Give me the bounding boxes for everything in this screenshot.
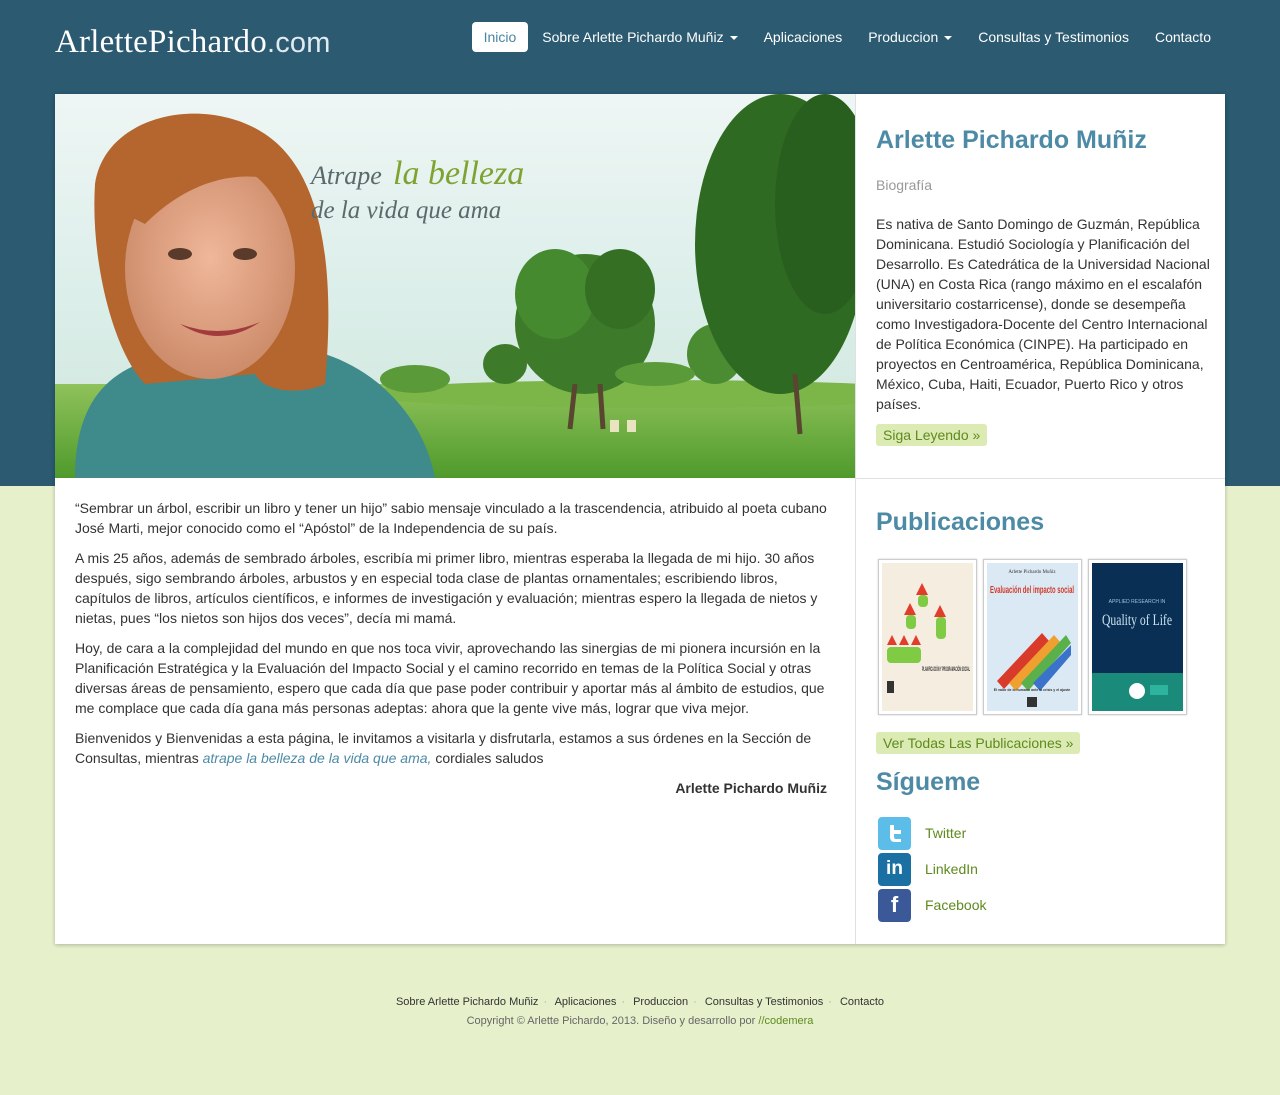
main-nav: Inicio Sobre Arlette Pichardo Muñiz Apli…: [471, 22, 1224, 52]
social-facebook[interactable]: f Facebook: [878, 887, 986, 923]
logo-text: ArlettePichardo: [55, 24, 267, 60]
column-divider: [855, 94, 856, 944]
nav-produccion-label: Produccion: [868, 29, 939, 45]
nav-consultas[interactable]: Consultas y Testimonios: [965, 22, 1142, 52]
site-logo[interactable]: ArlettePichardo.com: [55, 24, 331, 61]
social-twitter[interactable]: Twitter: [878, 815, 986, 851]
book-cover-quality-of-life[interactable]: APPLIED RESEARCH IN Quality of Life: [1088, 559, 1187, 715]
nav-contacto[interactable]: Contacto: [1142, 22, 1224, 52]
footer-link-consultas[interactable]: Consultas y Testimonios: [705, 996, 823, 1008]
tagline-link[interactable]: atrape la belleza de la vida que ama,: [203, 750, 432, 766]
signature: Arlette Pichardo Muñiz: [675, 780, 827, 796]
book-2-author: Arlette Pichardo Muñiz: [1008, 570, 1056, 575]
paragraph-4-end: cordiales saludos: [431, 750, 544, 766]
hero-image: Atrape la belleza de la vida que ama: [55, 94, 855, 478]
paragraph-3: Hoy, de cara a la complejidad del mundo …: [75, 640, 825, 716]
hero-tagline-line2: de la vida que ama: [311, 197, 501, 224]
linkedin-link[interactable]: LinkedIn: [925, 861, 978, 877]
hero-tagline-belleza: la belleza: [393, 155, 524, 192]
social-linkedin[interactable]: in LinkedIn: [878, 851, 986, 887]
credit-link[interactable]: //codemera: [758, 1015, 813, 1027]
book-cover-art: Arlette Pichardo Muñiz Evaluación del im…: [987, 563, 1078, 711]
caret-down-icon: [729, 36, 738, 41]
footer: Sobre Arlette Pichardo Muñiz · Aplicacion…: [0, 996, 1280, 1027]
book-1-title: PLANIFICACIÓN Y PROGRAMACIÓN SOCIAL: [922, 665, 970, 673]
follow-title: Sígueme: [876, 768, 981, 796]
book-cover-art: PLANIFICACIÓN Y PROGRAMACIÓN SOCIAL: [882, 563, 973, 711]
bio-text: Es nativa de Santo Domingo de Guzmán, Re…: [876, 216, 1210, 412]
nav-produccion[interactable]: Produccion: [855, 22, 965, 52]
twitter-icon: [878, 816, 911, 850]
book-2-title: Evaluación del impacto social: [990, 585, 1074, 596]
content-card: Atrape la belleza de la vida que ama Arl…: [55, 94, 1225, 944]
footer-links: Sobre Arlette Pichardo Muñiz · Aplicacion…: [395, 996, 885, 1008]
book-3-title: Quality of Life: [1102, 612, 1172, 629]
paragraph-1: “Sembrar un árbol, escribir un libro y t…: [75, 500, 827, 536]
social-links: Twitter in LinkedIn f Facebook: [878, 815, 986, 923]
footer-link-contacto[interactable]: Contacto: [840, 996, 884, 1008]
nav-inicio[interactable]: Inicio: [471, 22, 529, 52]
bio-title: Arlette Pichardo Muñiz: [876, 126, 1147, 154]
hero-tagline-atrape: Atrape: [309, 161, 382, 190]
hero-banner: Atrape la belleza de la vida que ama: [55, 94, 855, 478]
bio-subtitle: Biografía: [876, 177, 933, 193]
book-cover-evaluacion[interactable]: Arlette Pichardo Muñiz Evaluación del im…: [983, 559, 1082, 715]
paragraph-2: A mis 25 años, además de sembrado árbole…: [75, 550, 818, 626]
all-publications-button[interactable]: Ver Todas Las Publicaciones »: [876, 732, 1081, 754]
footer-link-sobre[interactable]: Sobre Arlette Pichardo Muñiz: [396, 996, 538, 1008]
book-cover-art: APPLIED RESEARCH IN Quality of Life: [1092, 563, 1183, 711]
caret-down-icon: [944, 36, 953, 41]
book-cover-planificacion[interactable]: PLANIFICACIÓN Y PROGRAMACIÓN SOCIAL: [878, 559, 977, 715]
read-more-button[interactable]: Siga Leyendo »: [876, 424, 988, 446]
book-2-tagline: El valor de lo humano ante la crisis y e…: [994, 688, 1070, 692]
copyright: Copyright © Arlette Pichardo, 2013. Dise…: [0, 1015, 1280, 1027]
paragraph-4: Bienvenidos y Bienvenidas a esta página,…: [75, 728, 827, 768]
book-3-series: APPLIED RESEARCH IN: [1109, 599, 1166, 605]
publications-title: Publicaciones: [876, 508, 1045, 536]
linkedin-icon: in: [878, 852, 911, 886]
sidebar-divider: [855, 478, 1225, 479]
nav-aplicaciones[interactable]: Aplicaciones: [751, 22, 856, 52]
nav-sobre[interactable]: Sobre Arlette Pichardo Muñiz: [529, 22, 750, 52]
facebook-icon: f: [878, 888, 911, 922]
footer-link-produccion[interactable]: Produccion: [633, 996, 688, 1008]
facebook-link[interactable]: Facebook: [925, 897, 986, 913]
logo-suffix: .com: [266, 27, 331, 59]
twitter-link[interactable]: Twitter: [925, 825, 966, 841]
welcome-text: “Sembrar un árbol, escribir un libro y t…: [75, 498, 827, 808]
nav-sobre-label: Sobre Arlette Pichardo Muñiz: [542, 29, 724, 45]
footer-link-aplicaciones[interactable]: Aplicaciones: [555, 996, 617, 1008]
publication-covers: PLANIFICACIÓN Y PROGRAMACIÓN SOCIAL Arle…: [878, 559, 1193, 715]
copyright-text: Copyright © Arlette Pichardo, 2013. Dise…: [466, 1015, 759, 1027]
